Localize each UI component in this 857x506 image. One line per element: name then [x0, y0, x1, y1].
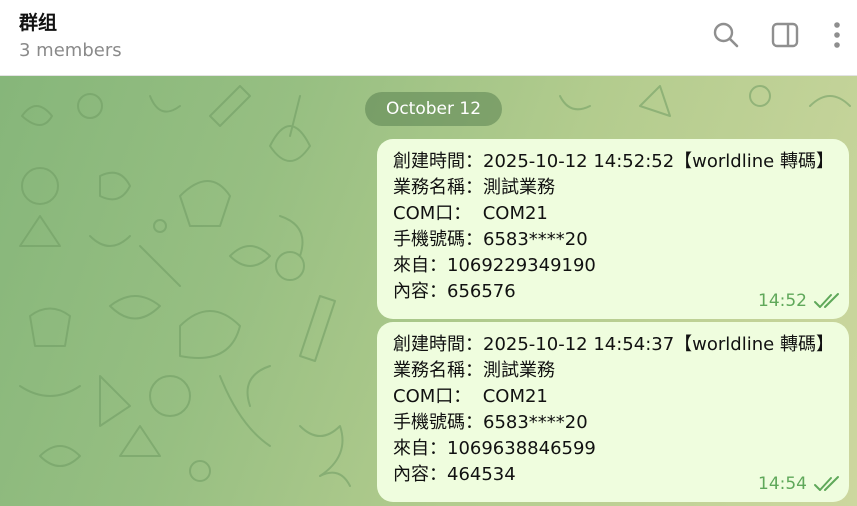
sidebar-toggle-icon[interactable]	[770, 20, 800, 50]
read-double-check-icon	[813, 475, 841, 493]
search-icon[interactable]	[711, 20, 741, 50]
message-line: 手機號碼：6583****20	[393, 412, 588, 433]
date-separator: October 12	[365, 92, 502, 126]
message-time: 14:52	[758, 291, 807, 311]
message-line: 業務名稱：測試業務	[393, 177, 555, 198]
member-count[interactable]: 3 members	[19, 40, 122, 61]
message-time: 14:54	[758, 474, 807, 494]
chat-area[interactable]: October 12 創建時間：2025-10-12 14:52:52【worl…	[0, 76, 857, 506]
read-double-check-icon	[813, 292, 841, 310]
message-line: 業務名稱：測試業務	[393, 360, 555, 381]
message-line: 來自：1069229349190	[393, 255, 596, 276]
chat-title[interactable]: 群组	[19, 8, 57, 35]
message-line: 創建時間：2025-10-12 14:54:37【worldline 轉碼】	[393, 334, 834, 355]
message-line: 手機號碼：6583****20	[393, 229, 588, 250]
message-line: COM口： COM21	[393, 386, 548, 407]
message-bubble[interactable]: 創建時間：2025-10-12 14:54:37【worldline 轉碼】 業…	[377, 322, 849, 502]
message-meta: 14:54	[758, 474, 841, 494]
message-meta: 14:52	[758, 291, 841, 311]
more-vertical-icon[interactable]	[822, 20, 852, 50]
message-line: COM口： COM21	[393, 203, 548, 224]
message-line: 創建時間：2025-10-12 14:52:52【worldline 轉碼】	[393, 151, 834, 172]
message-line: 來自：1069638846599	[393, 438, 596, 459]
chat-header: 群组 3 members	[0, 0, 857, 76]
message-bubble[interactable]: 創建時間：2025-10-12 14:52:52【worldline 轉碼】 業…	[377, 139, 849, 319]
